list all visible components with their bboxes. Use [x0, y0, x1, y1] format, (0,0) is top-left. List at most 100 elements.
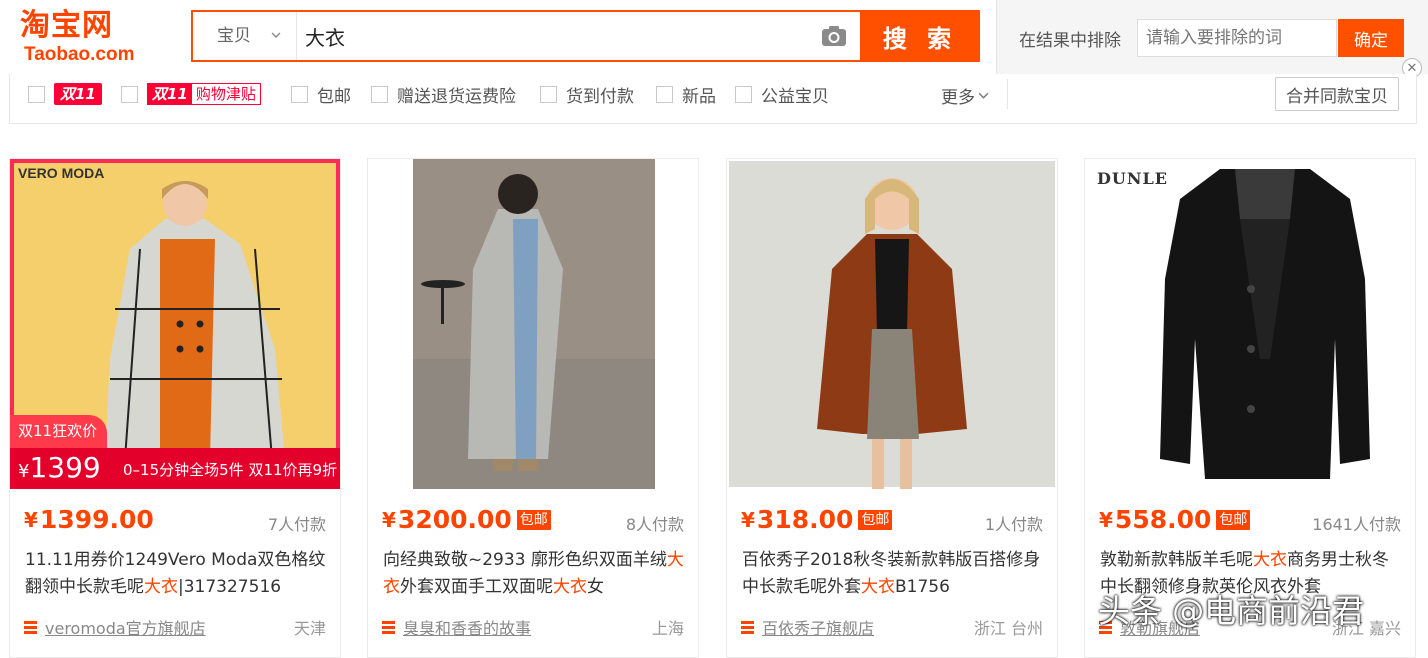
- product-card[interactable]: DUNLE ¥ 558.00 包邮 1641人付款 敦勒新款韩版羊毛呢大衣商务男…: [1084, 158, 1416, 658]
- allowance-label: 购物津贴: [195, 85, 256, 103]
- shop-link[interactable]: 百依秀子旗舰店: [741, 615, 874, 639]
- filter-label: 公益宝贝: [761, 86, 829, 107]
- title-keyword: 大衣: [861, 577, 895, 597]
- checkbox[interactable]: [371, 85, 388, 103]
- product-image[interactable]: [368, 159, 698, 489]
- sales-count: 8人付款: [625, 515, 684, 534]
- title-keyword: 大衣: [1253, 550, 1287, 570]
- price-value: 558.00: [1114, 505, 1212, 534]
- sales-count: 1641人付款: [1312, 515, 1401, 534]
- chevron-down-icon: [271, 32, 281, 38]
- free-shipping-badge: 包邮: [516, 510, 551, 530]
- checkbox[interactable]: [28, 85, 45, 103]
- shop-name: 百依秀子旗舰店: [762, 619, 875, 638]
- currency-symbol: ¥: [18, 461, 30, 482]
- product-image[interactable]: DUNLE: [1085, 159, 1415, 489]
- product-title[interactable]: 向经典致敬~2933 廓形色织双面羊绒大衣外套双面手工双面呢大衣女: [383, 547, 688, 601]
- product-title[interactable]: 百依秀子2018秋冬装新款韩版百搭修身中长款毛呢外套大衣B1756: [742, 547, 1047, 601]
- shopping-allowance-badge: 双11 购物津贴: [147, 83, 261, 105]
- title-text: 女: [587, 577, 604, 597]
- watermark: 头条 @电商前沿君: [1098, 592, 1365, 630]
- brand-logo: VERO MODA: [18, 165, 105, 181]
- more-label: 更多: [941, 88, 975, 108]
- title-keyword: 大衣: [144, 577, 178, 597]
- exclude-confirm-button[interactable]: 确定: [1338, 19, 1404, 57]
- product-card[interactable]: ¥ 3200.00 包邮 8人付款 向经典致敬~2933 廓形色织双面羊绒大衣外…: [367, 158, 699, 658]
- exclude-input[interactable]: [1137, 19, 1337, 57]
- shop-icon: [382, 621, 395, 634]
- price-value: 1399.00: [39, 505, 154, 534]
- checkbox[interactable]: [735, 85, 752, 103]
- title-text: 向经典致敬~2933 廓形色织双面羊绒: [383, 550, 667, 570]
- filter-charity-items[interactable]: 公益宝贝: [735, 83, 829, 107]
- exclude-panel: 在结果中排除 确定: [996, 0, 1428, 74]
- filter-return-insurance[interactable]: 赠送退货运费险: [371, 83, 516, 107]
- currency-symbol: ¥: [741, 508, 755, 532]
- product-price: ¥ 3200.00 包邮: [382, 505, 551, 535]
- chevron-down-icon: [978, 92, 989, 99]
- site-header: 淘宝网 Taobao.com 宝贝 搜 索 在结果中排除 确定: [0, 0, 1428, 74]
- title-text: 外套双面手工双面呢: [400, 577, 553, 597]
- title-keyword: 大衣: [553, 577, 587, 597]
- filter-label: 赠送退货运费险: [397, 86, 516, 107]
- search-button[interactable]: 搜 索: [860, 10, 980, 62]
- search-category-select[interactable]: 宝贝: [193, 12, 297, 60]
- product-price: ¥ 318.00 包邮: [741, 505, 893, 535]
- product-image[interactable]: [727, 159, 1057, 489]
- checkbox[interactable]: [291, 85, 308, 103]
- promo-price: ¥1399: [18, 450, 101, 489]
- logo-main-text: 淘宝网: [20, 8, 113, 43]
- location: 天津: [293, 619, 326, 638]
- checkbox[interactable]: [540, 85, 557, 103]
- shop-name: veromoda官方旗舰店: [45, 619, 206, 638]
- promo-label: 双11狂欢价: [10, 415, 107, 448]
- currency-symbol: ¥: [382, 508, 396, 532]
- shop-link[interactable]: veromoda官方旗舰店: [24, 615, 206, 639]
- checkbox[interactable]: [656, 85, 673, 103]
- product-image[interactable]: VERO MODA 双11狂欢价 ¥1399 0–15分钟全场5件 双11价再9…: [10, 159, 340, 489]
- taobao-logo[interactable]: 淘宝网 Taobao.com: [18, 6, 148, 66]
- filter-free-shipping[interactable]: 包邮: [291, 83, 351, 107]
- filter-bar: 双11 双11 购物津贴 包邮 赠送退货运费险 货到付款 新品 公益宝贝 更多 …: [9, 74, 1417, 124]
- double11-badge: 双11: [54, 83, 102, 105]
- filter-double11[interactable]: 双11: [28, 83, 102, 105]
- product-card[interactable]: VERO MODA 双11狂欢价 ¥1399 0–15分钟全场5件 双11价再9…: [9, 158, 341, 658]
- search-category-label: 宝贝: [217, 26, 251, 46]
- free-shipping-badge: 包邮: [858, 510, 893, 530]
- exclude-label: 在结果中排除: [1019, 31, 1121, 51]
- search-input[interactable]: [297, 12, 857, 60]
- logo-sub-text: Taobao.com: [24, 44, 135, 65]
- price-value: 318.00: [756, 505, 854, 534]
- currency-symbol: ¥: [1099, 508, 1113, 532]
- filter-new-items[interactable]: 新品: [656, 83, 716, 107]
- product-card[interactable]: ¥ 318.00 包邮 1人付款 百依秀子2018秋冬装新款韩版百搭修身中长款毛…: [726, 158, 1058, 658]
- sales-count: 1人付款: [984, 515, 1043, 534]
- checkbox[interactable]: [121, 85, 138, 103]
- price-value: 3200.00: [397, 505, 512, 534]
- filter-cash-on-delivery[interactable]: 货到付款: [540, 83, 634, 107]
- promo-note: 0–15分钟全场5件 双11价再9折: [123, 461, 338, 479]
- free-shipping-badge: 包邮: [1216, 510, 1251, 530]
- shop-name: 臭臭和香香的故事: [403, 619, 532, 638]
- sales-count: 7人付款: [267, 515, 326, 534]
- shop-icon: [24, 621, 37, 634]
- shop-link[interactable]: 臭臭和香香的故事: [382, 615, 531, 639]
- merge-same-items-button[interactable]: 合并同款宝贝: [1275, 77, 1399, 111]
- product-title[interactable]: 11.11用券价1249Vero Moda双色格纹翻领中长款毛呢大衣|31732…: [25, 547, 330, 601]
- brand-logo: DUNLE: [1097, 169, 1168, 188]
- promo-banner: ¥1399 0–15分钟全场5件 双11价再9折: [10, 448, 340, 489]
- filter-label: 新品: [682, 86, 716, 107]
- more-filters-button[interactable]: 更多: [941, 83, 989, 108]
- currency-symbol: ¥: [24, 508, 38, 532]
- filter-label: 货到付款: [566, 86, 634, 107]
- location: 浙江 台州: [973, 619, 1043, 638]
- location: 上海: [651, 619, 684, 638]
- filter-shopping-allowance[interactable]: 双11 购物津贴: [121, 83, 261, 105]
- filter-label: 包邮: [317, 86, 351, 107]
- title-text: 敦勒新款韩版羊毛呢: [1100, 550, 1253, 570]
- shop-icon: [741, 621, 754, 634]
- divider: [1007, 79, 1008, 109]
- search-box: 宝贝 搜 索: [191, 10, 980, 62]
- title-text: |317327516: [178, 577, 282, 597]
- camera-icon[interactable]: [821, 25, 847, 47]
